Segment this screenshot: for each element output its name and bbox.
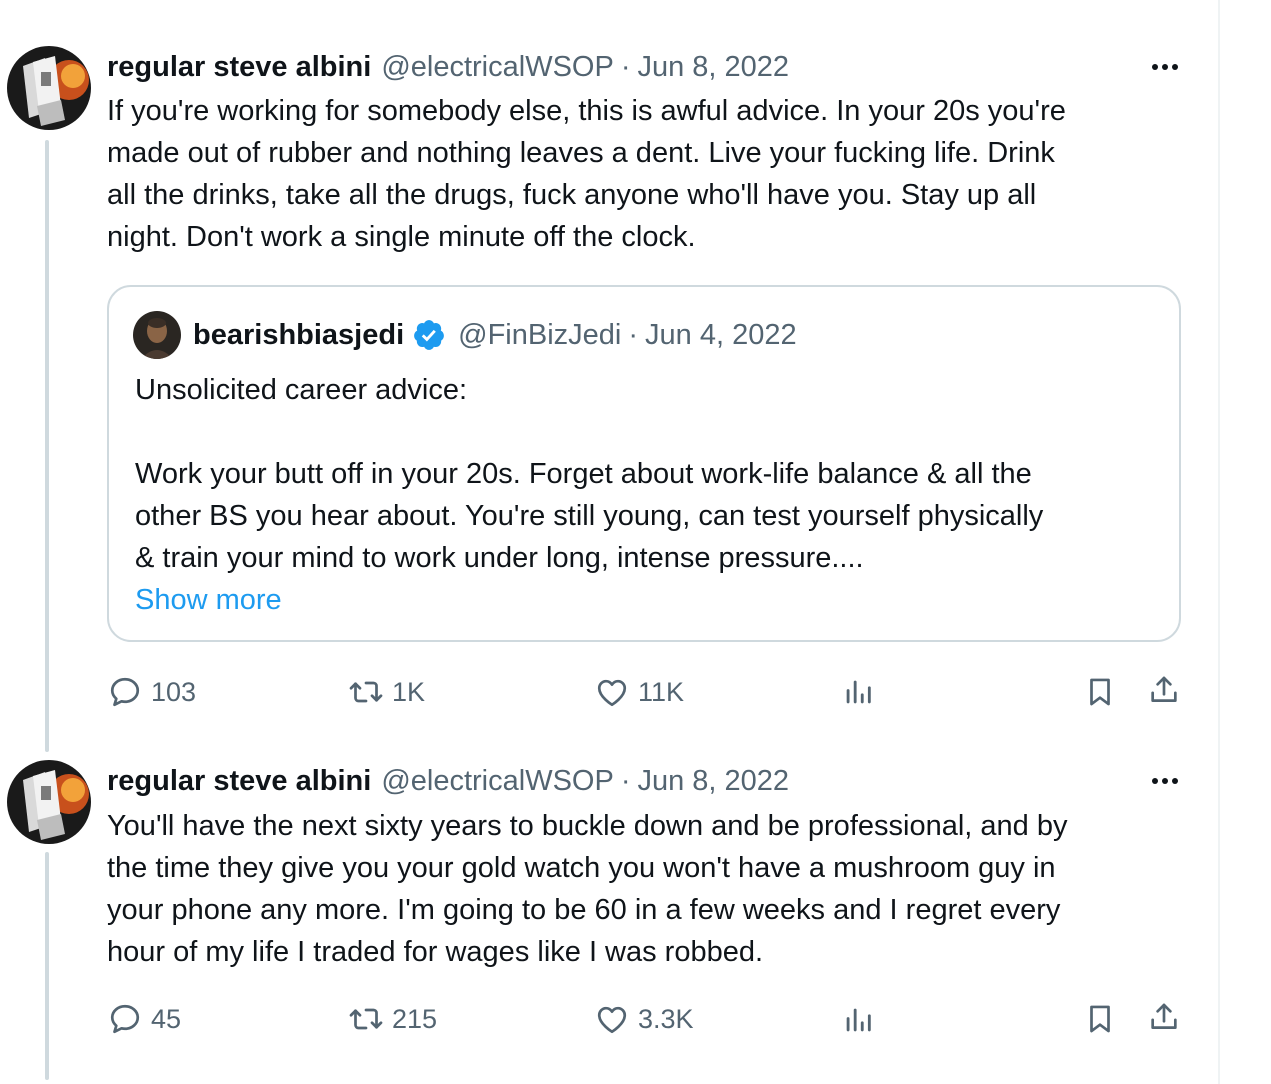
share-icon [1151,1003,1177,1029]
bookmark-icon [1090,1005,1110,1033]
thread-connector-line [45,140,49,752]
views-icon [846,680,871,704]
quoted-author-name[interactable]: bearishbiasjedi [193,319,404,352]
views-button[interactable] [838,1000,878,1040]
thread-connector-line [45,852,49,1080]
tweet-text: You'll have the next sixty years to buck… [107,810,1068,968]
quoted-tweet-header: bearishbiasjedi @FinBizJedi · Jun 4, 202… [193,315,797,355]
like-button[interactable]: 3.3K [594,999,694,1039]
repost-icon [349,1008,383,1030]
reply-button[interactable]: 103 [107,672,196,712]
reply-count: 103 [151,676,197,707]
author-handle[interactable]: @electricalWSOP [381,765,613,798]
author-name[interactable]: regular steve albini [107,51,371,84]
tweet-date[interactable]: Jun 8, 2022 [637,765,789,798]
share-button[interactable] [1144,997,1184,1037]
author-handle[interactable]: @electricalWSOP [381,51,613,84]
more-options-icon[interactable] [1146,55,1184,79]
like-count: 3.3K [638,1003,694,1034]
tweet-date[interactable]: Jun 8, 2022 [637,51,789,84]
reply-icon [110,677,140,707]
repost-button[interactable]: 1K [348,672,425,712]
tweet-header: regular steve albini @electricalWSOP · J… [107,47,1181,87]
repost-button[interactable]: 215 [348,999,437,1039]
views-button[interactable] [838,672,878,712]
quoted-tweet-card[interactable]: bearishbiasjedi @FinBizJedi · Jun 4, 202… [107,285,1181,642]
column-divider [1218,0,1220,1084]
quoted-tweet-date[interactable]: Jun 4, 2022 [645,319,797,352]
reply-icon [110,1004,140,1034]
quoted-author-handle[interactable]: @FinBizJedi [458,319,621,352]
repost-count: 215 [392,1003,438,1034]
tweet-text: If you're working for somebody else, thi… [107,95,1066,253]
header-separator: · [620,50,631,83]
tweet-header: regular steve albini @electricalWSOP · J… [107,761,1181,801]
quoted-author-avatar[interactable] [133,311,181,359]
share-icon [1151,676,1177,702]
bookmark-icon [1090,678,1110,706]
quoted-header-separator: · [628,318,639,351]
author-name[interactable]: regular steve albini [107,765,371,798]
repost-count: 1K [392,676,426,707]
share-button[interactable] [1144,670,1184,710]
heart-icon [597,679,627,707]
heart-icon [597,1006,627,1034]
like-button[interactable]: 11K [594,672,684,712]
views-icon [846,1008,871,1032]
author-avatar[interactable] [7,46,91,130]
quoted-tweet-text: Unsolicited career advice: Work your but… [135,374,1044,574]
show-more-link[interactable]: Show more [135,579,282,621]
bookmark-button[interactable] [1080,672,1120,712]
more-options-icon[interactable] [1146,769,1184,793]
like-count: 11K [638,676,685,707]
repost-icon [349,681,383,703]
header-separator: · [620,764,631,797]
bookmark-button[interactable] [1080,999,1120,1039]
author-avatar[interactable] [7,760,91,844]
verified-badge-icon [414,320,445,350]
reply-button[interactable]: 45 [107,999,181,1039]
reply-count: 45 [151,1003,182,1034]
